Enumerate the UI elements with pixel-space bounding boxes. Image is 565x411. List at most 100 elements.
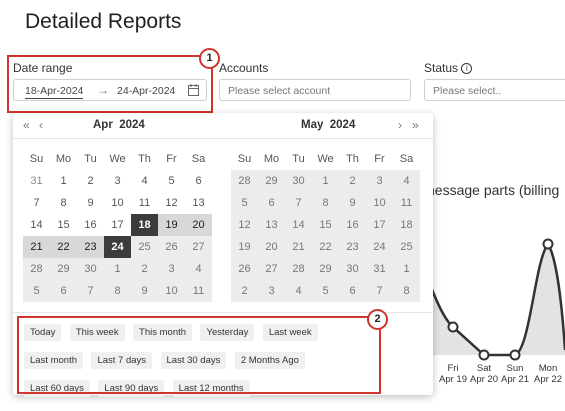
day-cell-disabled: 2 — [231, 280, 258, 302]
weekday-label: We — [109, 153, 126, 165]
day-cell-disabled: 27 — [258, 258, 285, 280]
day-cell-disabled: 10 — [158, 280, 185, 302]
day-cell-disabled: 27 — [185, 236, 212, 258]
day-cell-disabled: 18 — [393, 214, 420, 236]
day-cell-disabled: 8 — [312, 192, 339, 214]
weekday-label: Th — [138, 153, 151, 165]
day-cell-disabled: 30 — [285, 170, 312, 192]
weekday-label: Th — [346, 153, 359, 165]
day-cell[interactable]: 14 — [23, 214, 50, 236]
day-cell-in-range[interactable]: 19 — [158, 214, 185, 236]
day-cell-in-range[interactable]: 20 — [185, 214, 212, 236]
weekday-label: Mo — [55, 153, 72, 165]
prev-month-button[interactable]: ‹ — [39, 118, 43, 132]
day-cell-disabled: 26 — [158, 236, 185, 258]
day-cell-disabled: 15 — [312, 214, 339, 236]
day-cell-disabled: 30 — [77, 258, 104, 280]
weekday-label: Tu — [292, 153, 305, 165]
day-cell[interactable]: 7 — [23, 192, 50, 214]
day-cell-range-end[interactable]: 24 — [104, 236, 131, 258]
day-cell[interactable]: 2 — [77, 170, 104, 192]
next-month-button[interactable]: › — [398, 118, 402, 132]
day-cell[interactable]: 15 — [50, 214, 77, 236]
day-cell-disabled: 1 — [312, 170, 339, 192]
day-cell[interactable]: 11 — [131, 192, 158, 214]
day-cell-disabled: 22 — [312, 236, 339, 258]
day-cell-disabled: 3 — [366, 170, 393, 192]
day-cell-disabled: 8 — [393, 280, 420, 302]
weekday-label: Fr — [166, 153, 177, 165]
day-cell[interactable]: 16 — [77, 214, 104, 236]
x-tick-sun: Sun Apr 21 — [501, 363, 529, 385]
day-cell-disabled: 13 — [258, 214, 285, 236]
day-cell-disabled: 29 — [50, 258, 77, 280]
day-cell[interactable]: 4 — [131, 170, 158, 192]
status-label: Status i — [424, 61, 473, 75]
status-select[interactable]: Please select.. — [424, 79, 565, 101]
day-cell-in-range[interactable]: 23 — [77, 236, 104, 258]
line-chart — [425, 238, 565, 361]
accounts-select[interactable]: Please select account — [219, 79, 411, 101]
day-cell-disabled: 12 — [231, 214, 258, 236]
day-cell-disabled: 25 — [131, 236, 158, 258]
info-icon[interactable]: i — [461, 63, 473, 74]
day-cell-disabled: 14 — [285, 214, 312, 236]
weekday-label: Su — [29, 153, 44, 165]
day-cell-disabled: 2 — [339, 170, 366, 192]
day-cell[interactable]: 12 — [158, 192, 185, 214]
chart-point — [447, 321, 459, 333]
day-cell-disabled: 3 — [258, 280, 285, 302]
day-cell[interactable]: 3 — [104, 170, 131, 192]
day-cell[interactable]: 13 — [185, 192, 212, 214]
day-cell[interactable]: 6 — [185, 170, 212, 192]
day-cell-disabled: 9 — [131, 280, 158, 302]
weekday-label: We — [317, 153, 334, 165]
day-cell[interactable]: 5 — [158, 170, 185, 192]
annotation-badge-1: 1 — [199, 48, 220, 69]
day-cell-disabled: 21 — [285, 236, 312, 258]
day-cell-disabled: 7 — [77, 280, 104, 302]
day-cell-disabled: 16 — [339, 214, 366, 236]
day-cell-disabled: 7 — [285, 192, 312, 214]
day-cell[interactable]: 17 — [104, 214, 131, 236]
day-cell-disabled: 5 — [23, 280, 50, 302]
day-cell-disabled: 29 — [258, 170, 285, 192]
left-month-header[interactable]: Apr 2024 — [93, 119, 145, 131]
day-cell-disabled: 19 — [231, 236, 258, 258]
calendar-april: Su Mo Tu We Th Fr Sa 31 1 2 3 4 5 6 7 8 … — [23, 148, 212, 302]
day-cell-disabled: 11 — [393, 192, 420, 214]
weekday-label: Sa — [399, 153, 414, 165]
x-tick-mon: Mon Apr 22 — [534, 363, 562, 385]
annotation-box-2 — [17, 316, 381, 394]
day-cell-disabled: 3 — [158, 258, 185, 280]
day-cell-disabled: 5 — [312, 280, 339, 302]
day-cell-disabled: 6 — [339, 280, 366, 302]
day-cell[interactable]: 8 — [50, 192, 77, 214]
chart-point — [478, 349, 490, 361]
day-cell-in-range[interactable]: 21 — [23, 236, 50, 258]
day-cell-disabled: 9 — [339, 192, 366, 214]
annotation-box-1 — [7, 55, 213, 113]
chart-point — [542, 238, 554, 250]
day-cell[interactable]: 10 — [104, 192, 131, 214]
weekday-label: Fr — [374, 153, 385, 165]
day-cell-disabled: 4 — [393, 170, 420, 192]
right-month-header[interactable]: May 2024 — [301, 119, 355, 131]
annotation-badge-2: 2 — [367, 309, 388, 330]
day-cell[interactable]: 31 — [23, 170, 50, 192]
day-cell-disabled: 24 — [366, 236, 393, 258]
day-cell-disabled: 5 — [231, 192, 258, 214]
day-cell[interactable]: 9 — [77, 192, 104, 214]
day-cell-range-start[interactable]: 18 — [131, 214, 158, 236]
x-tick-sat: Sat Apr 20 — [470, 363, 498, 385]
day-cell-disabled: 17 — [366, 214, 393, 236]
day-cell-in-range[interactable]: 22 — [50, 236, 77, 258]
day-cell-disabled: 25 — [393, 236, 420, 258]
next-year-button[interactable]: » — [412, 118, 419, 132]
day-cell-disabled: 7 — [366, 280, 393, 302]
day-cell-disabled: 4 — [285, 280, 312, 302]
day-cell-disabled: 26 — [231, 258, 258, 280]
prev-year-button[interactable]: « — [23, 118, 30, 132]
day-cell-disabled: 28 — [23, 258, 50, 280]
day-cell[interactable]: 1 — [50, 170, 77, 192]
